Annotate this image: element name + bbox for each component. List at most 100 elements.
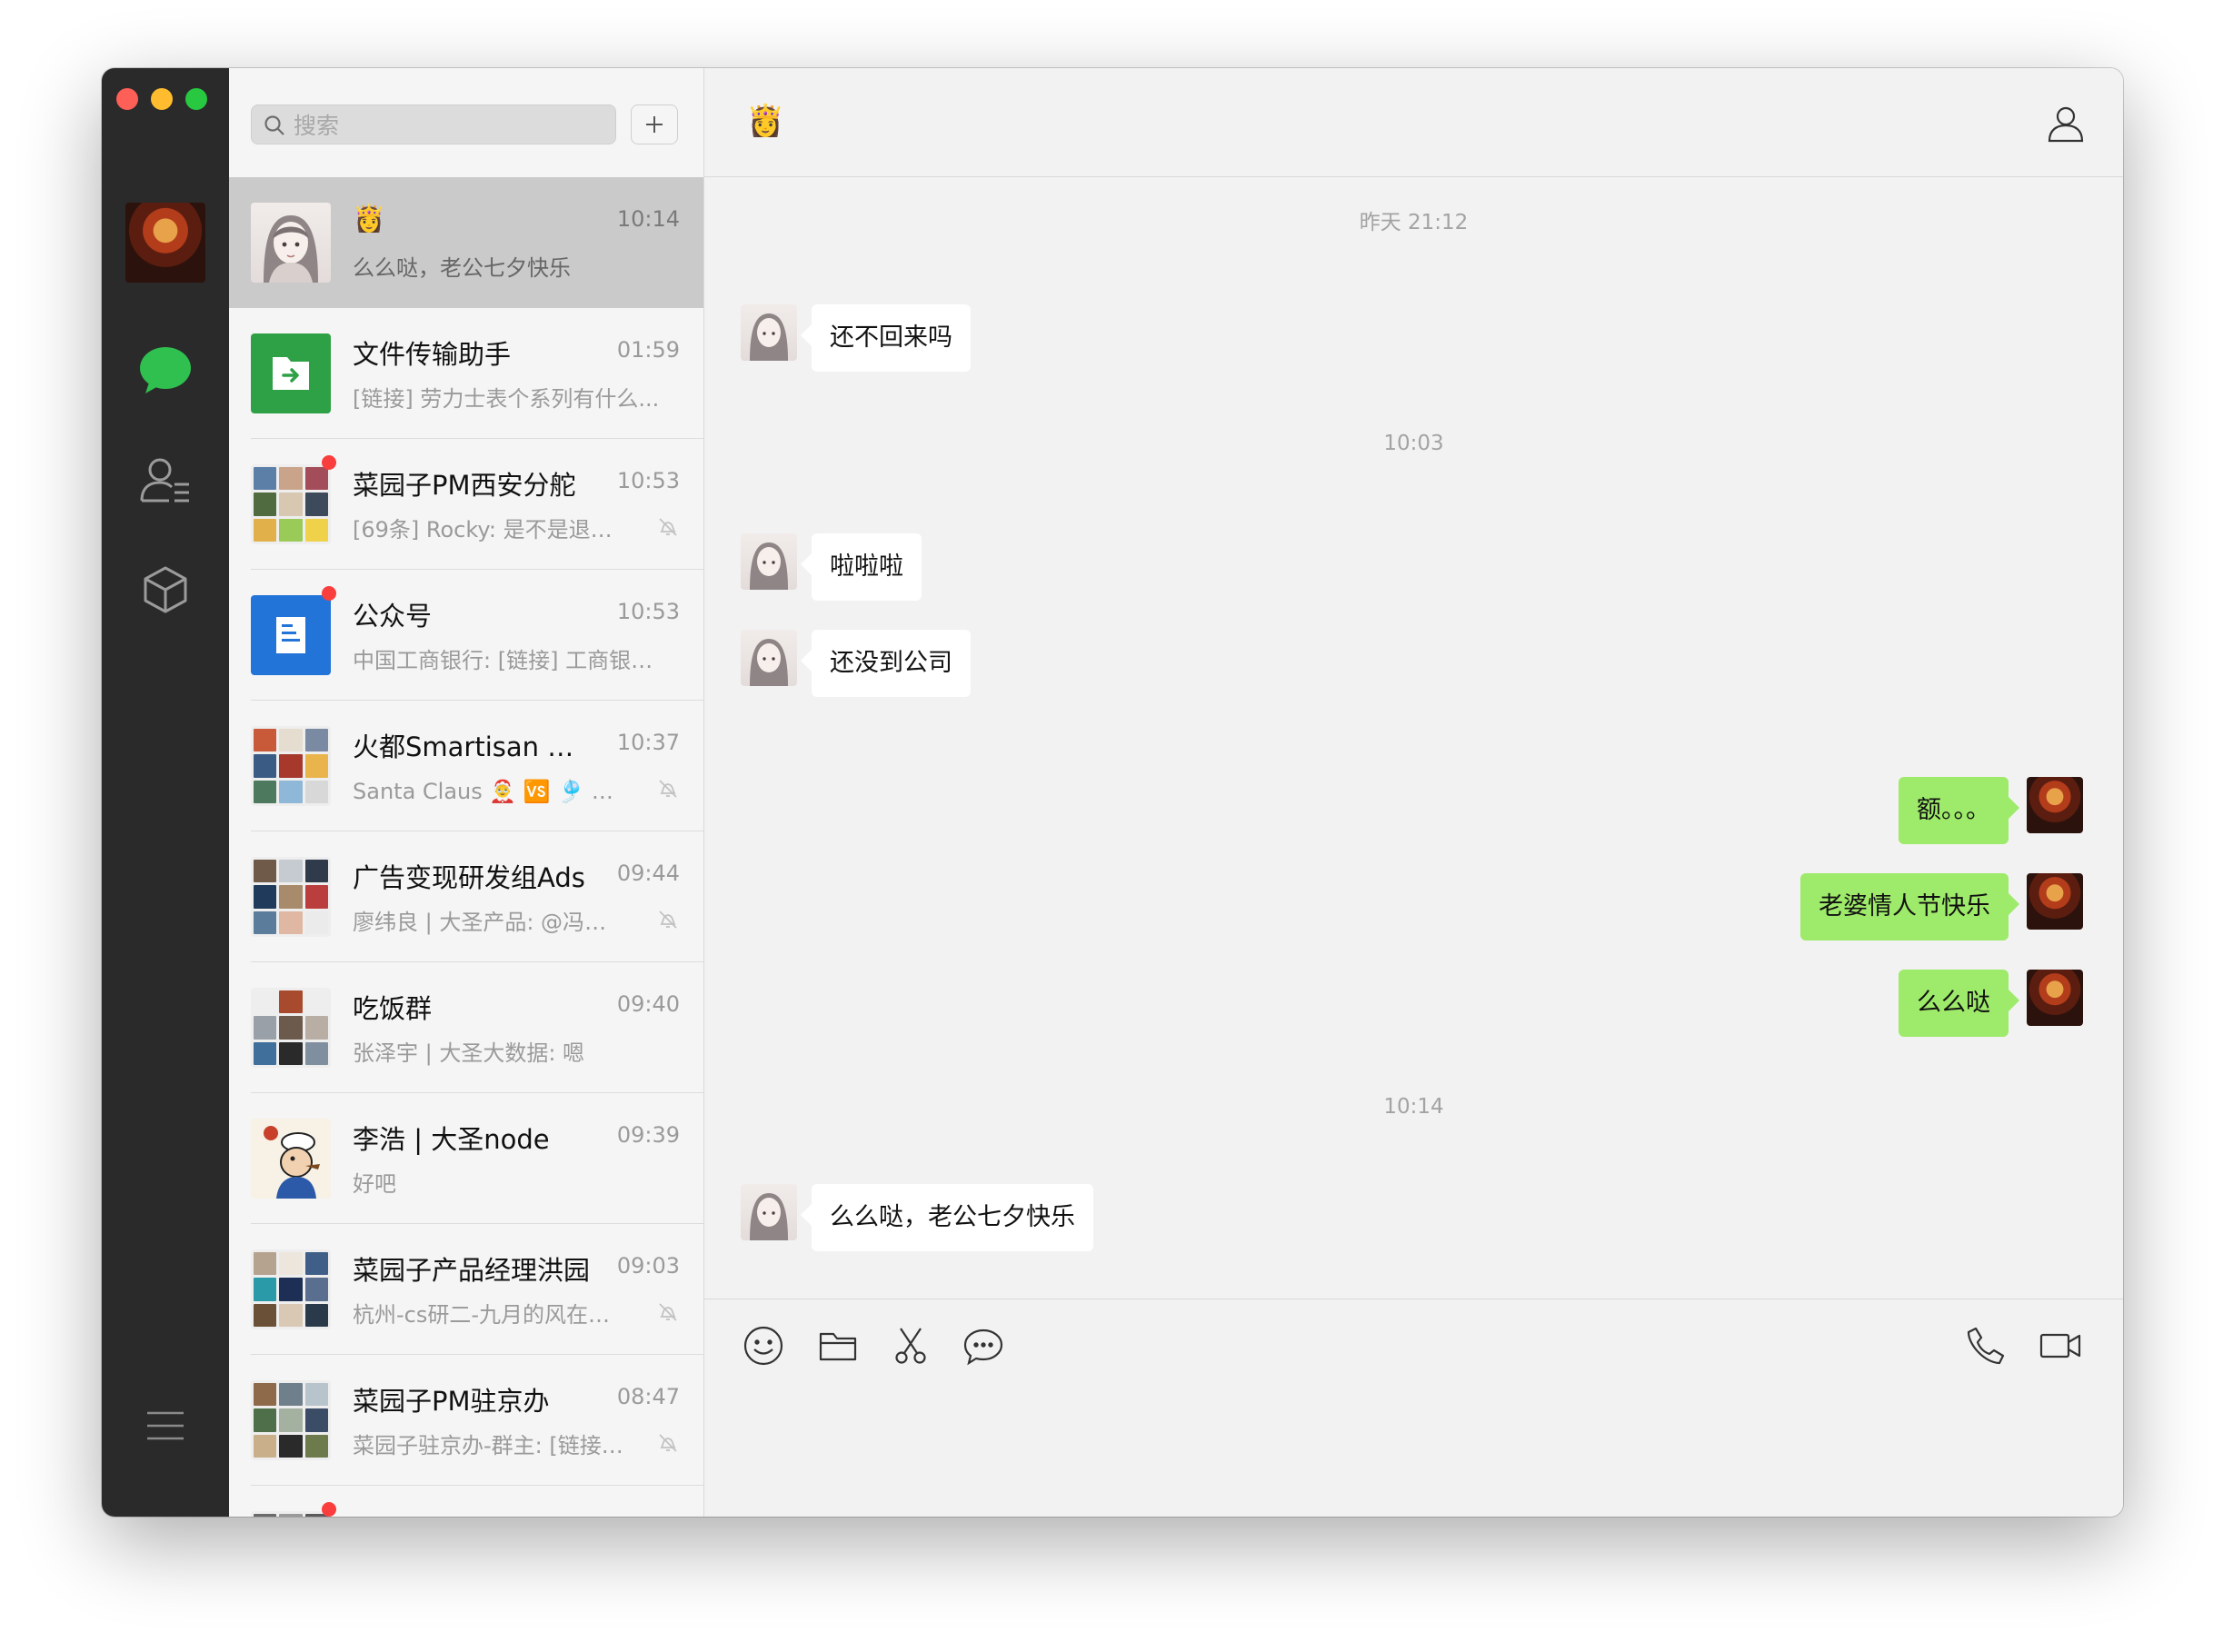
my-avatar[interactable] — [125, 203, 205, 283]
session-item[interactable]: 吃饭群 09:40 张泽宇 | 大圣大数据: 嗯 — [229, 962, 703, 1093]
session-name: 火都Smartisan （天... — [353, 731, 598, 762]
avatar[interactable] — [741, 630, 797, 686]
session-time: 09:44 — [616, 861, 680, 886]
session-preview: 么么哒，老公七夕快乐 — [353, 255, 571, 281]
session-name: 文件传输助手 — [353, 339, 512, 370]
message-bubble[interactable]: 么么哒，老公七夕快乐 — [801, 1184, 1093, 1251]
mute-bell-icon — [656, 777, 680, 801]
message-bubble[interactable]: 还没到公司 — [801, 630, 971, 697]
message-incoming: 还没到公司 — [704, 630, 2123, 697]
message-incoming: 啦啦啦 — [704, 533, 2123, 601]
maximize-window-button[interactable] — [185, 88, 207, 110]
session-item[interactable]: 菜园子PM西安分舵 10:53 [69条] Rocky: 是不是退群... — [229, 439, 703, 570]
session-name: 李浩 | 大圣node — [353, 1124, 550, 1155]
group-avatar — [251, 988, 331, 1068]
session-preview: 中国工商银行: [链接] 工商银行... — [353, 648, 660, 673]
search-bar — [229, 68, 703, 177]
search-input[interactable] — [292, 105, 604, 145]
favorites-box-icon[interactable] — [136, 561, 194, 619]
session-time: 09:03 — [616, 1253, 680, 1279]
scissors-icon[interactable] — [888, 1323, 933, 1368]
chat-title: 👸 — [746, 103, 785, 139]
file-transfer-icon — [251, 333, 331, 413]
start-chat-button[interactable] — [631, 104, 678, 144]
close-window-button[interactable] — [116, 88, 138, 110]
search-icon — [264, 115, 284, 135]
message-bubble[interactable]: 么么哒 — [1899, 970, 2019, 1037]
unread-dot — [322, 1502, 336, 1517]
avatar[interactable] — [741, 533, 797, 590]
group-avatar — [251, 1249, 331, 1329]
message-bubble[interactable]: 老婆情人节快乐 — [1800, 873, 2019, 940]
avatar[interactable] — [2027, 873, 2083, 930]
search-box[interactable] — [251, 104, 616, 145]
message-timestamp: 10:14 — [1383, 1095, 1444, 1119]
contacts-icon[interactable] — [136, 452, 194, 510]
session-preview: 菜园子驻京办-群主: [链接]... — [353, 1433, 625, 1458]
group-avatar — [251, 1511, 331, 1517]
folder-icon[interactable] — [815, 1323, 861, 1368]
session-list: 👸 10:14 么么哒，老公七夕快乐 文件传输助手 01:59 [链接] 劳力士… — [229, 177, 703, 1517]
chat-history-icon[interactable] — [961, 1323, 1006, 1368]
session-item[interactable]: 菜园子PM驻京办 08:47 菜园子驻京办-群主: [链接]... — [229, 1355, 703, 1486]
popeye-avatar — [251, 1119, 331, 1199]
session-name: 菜园子PM西安分舵 — [353, 470, 576, 501]
menu-icon[interactable] — [136, 1397, 194, 1455]
session-item[interactable]: 公众号 10:53 中国工商银行: [链接] 工商银行... — [229, 570, 703, 701]
session-item[interactable]: 广告变现研发组Ads 09:44 廖纬良 | 大圣产品: @冯锐A... — [229, 831, 703, 962]
session-item[interactable]: 文件传输助手 01:59 [链接] 劳力士表个系列有什么... — [229, 308, 703, 439]
session-item[interactable]: 菜园子产品经理洪园 09:03 杭州-cs研二-九月的风在吹:... — [229, 1224, 703, 1355]
avatar[interactable] — [741, 1184, 797, 1240]
session-preview: 张泽宇 | 大圣大数据: 嗯 — [353, 1040, 585, 1066]
mute-bell-icon — [656, 1431, 680, 1455]
session-time: 08:47 — [616, 1384, 680, 1409]
session-time: 10:14 — [616, 206, 680, 232]
message-bubble[interactable]: 额。。。 — [1899, 777, 2019, 844]
message-bubble[interactable]: 还不回来吗 — [801, 304, 971, 372]
message-bubble[interactable]: 啦啦啦 — [801, 533, 922, 601]
official-accounts-icon — [251, 595, 331, 675]
session-time: 10:37 — [616, 730, 680, 755]
session-preview: [链接] 劳力士表个系列有什么... — [353, 386, 660, 412]
message-timestamp: 10:03 — [1383, 432, 1444, 455]
session-item[interactable] — [229, 1486, 703, 1517]
chat-icon[interactable] — [136, 341, 194, 399]
message-timestamp: 昨天 21:12 — [1359, 211, 1469, 234]
session-name: 菜园子产品经理洪园 — [353, 1255, 591, 1286]
session-preview: [69条] Rocky: 是不是退群... — [353, 517, 625, 542]
session-name: 公众号 — [353, 601, 433, 632]
session-time: 10:53 — [616, 599, 680, 624]
message-outgoing: 老婆情人节快乐 — [704, 873, 2123, 940]
avatar[interactable] — [2027, 970, 2083, 1026]
message-incoming: 还不回来吗 — [704, 304, 2123, 372]
avatar[interactable] — [741, 304, 797, 361]
contact-info-icon[interactable] — [2045, 103, 2087, 144]
message-outgoing: 额。。。 — [704, 777, 2123, 844]
nav-sidebar — [102, 68, 229, 1517]
session-item[interactable]: 火都Smartisan （天... 10:37 Santa Claus 🤶 🆚 … — [229, 701, 703, 831]
chat-header: 👸 — [704, 68, 2123, 177]
session-item[interactable]: 李浩 | 大圣node 09:39 好吧 — [229, 1093, 703, 1224]
session-preview: 杭州-cs研二-九月的风在吹:... — [353, 1302, 625, 1328]
unread-dot — [322, 455, 336, 470]
group-avatar — [251, 1380, 331, 1460]
emoji-icon[interactable] — [741, 1323, 786, 1368]
message-list: 昨天 21:12 还不回来吗 10:03 啦啦啦 还没到公司 额。。。 老婆情人… — [704, 177, 2123, 1299]
mute-bell-icon — [656, 908, 680, 931]
session-preview: 廖纬良 | 大圣产品: @冯锐A... — [353, 910, 625, 935]
message-composer — [704, 1299, 2123, 1517]
voice-call-icon[interactable] — [1963, 1323, 2009, 1368]
mute-bell-icon — [656, 515, 680, 539]
session-time: 10:53 — [616, 468, 680, 493]
chat-panel: 👸 昨天 21:12 还不回来吗 10:03 啦啦啦 还没到公司 额。。。 老婆… — [704, 68, 2123, 1517]
session-time: 09:40 — [616, 991, 680, 1017]
avatar[interactable] — [2027, 777, 2083, 833]
session-time: 01:59 — [616, 337, 680, 363]
message-input[interactable] — [741, 1390, 2087, 1489]
group-avatar — [251, 857, 331, 937]
minimize-window-button[interactable] — [151, 88, 173, 110]
session-item[interactable]: 👸 10:14 么么哒，老公七夕快乐 — [229, 177, 703, 308]
video-call-icon[interactable] — [2038, 1323, 2083, 1368]
session-preview: Santa Claus 🤶 🆚 🎐 🐝 🅣:... — [353, 779, 625, 804]
message-outgoing: 么么哒 — [704, 970, 2123, 1037]
